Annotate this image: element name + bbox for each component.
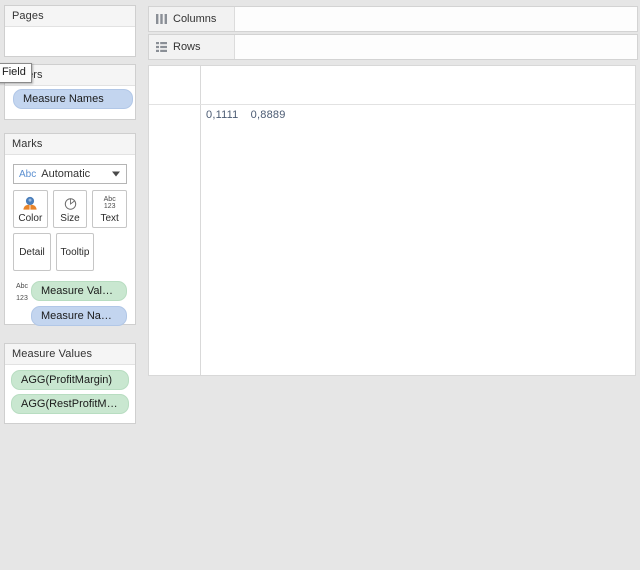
color-button-label: Color [18,212,43,224]
measure-values-list: AGG(ProfitMargin) AGG(RestProfitMargin) [5,365,135,420]
field-drag-tooltip: Field [0,63,32,83]
text-button[interactable]: Abc 123 Text [92,190,128,228]
left-sidebar: Pages Filters Measure Names Marks Abc Au… [0,0,144,570]
rows-shelf-label: Rows [149,35,235,59]
marks-pill-measure-values[interactable]: Measure Values [31,281,127,301]
measure-values-pill-profitmargin[interactable]: AGG(ProfitMargin) [11,370,129,390]
measure-values-card: Measure Values AGG(ProfitMargin) AGG(Res… [4,343,136,424]
abc-icon: Abc [19,168,37,180]
size-button[interactable]: Size [52,190,88,228]
color-palette-icon [22,195,38,212]
canvas-text-marks: 0,1111 0,8889 [206,109,286,121]
measure-values-card-title: Measure Values [5,344,135,365]
mark-type-value: Automatic [41,168,91,180]
text-button-label: Text [100,212,119,224]
chevron-down-icon[interactable] [112,171,120,177]
detail-button-label: Detail [19,246,45,258]
columns-icon [156,14,167,24]
marks-pill-row-measure-values: Abc 123 Measure Values [13,279,127,303]
canvas-vertical-divider [200,66,201,375]
pages-card-title: Pages [5,6,135,27]
abc-123-icon: Abc 123 [103,195,116,211]
measure-values-pill-restprofitmargin[interactable]: AGG(RestProfitMargin) [11,394,129,414]
marks-pills-list: Abc 123 Measure Values Measure Names [13,279,127,326]
filters-dropzone[interactable]: Measure Names [5,89,135,109]
columns-shelf[interactable]: Columns [148,6,638,32]
text-mark-value-1[interactable]: 0,1111 [206,109,238,121]
color-button[interactable]: Color [13,190,48,228]
marks-pill-measure-names[interactable]: Measure Names [31,306,127,326]
canvas-horizontal-divider [149,104,635,105]
rows-dropzone[interactable] [235,35,637,59]
marks-card-title: Marks [5,134,135,155]
marks-button-row-1: Color Size Abc 123 Text [13,190,128,228]
tooltip-button-label: Tooltip [60,246,90,258]
columns-dropzone[interactable] [235,7,637,31]
pages-card: Pages [4,5,136,57]
size-button-label: Size [60,212,80,224]
columns-shelf-label: Columns [149,7,235,31]
text-mark-value-2[interactable]: 0,8889 [251,109,286,121]
detail-button[interactable]: Detail [13,233,51,271]
filter-pill-measure-names[interactable]: Measure Names [13,89,133,109]
main-pane: Columns Rows 0,1111 0,8889 [145,0,640,570]
abc-123-icon: Abc 123 [15,283,29,302]
rows-icon [156,42,167,52]
columns-shelf-text: Columns [173,13,217,25]
pages-dropzone[interactable] [5,27,135,41]
marks-button-row-2: Detail Tooltip [13,233,127,271]
size-pie-icon [63,195,78,212]
tooltip-button[interactable]: Tooltip [56,233,94,271]
mark-type-select[interactable]: Abc Automatic [13,164,127,184]
rows-shelf[interactable]: Rows [148,34,638,60]
viz-canvas[interactable]: 0,1111 0,8889 [148,65,636,376]
marks-pill-row-measure-names: Measure Names [13,306,127,326]
marks-card: Marks Abc Automatic Color Size Abc 123 T… [4,133,136,326]
rows-shelf-text: Rows [173,41,201,53]
